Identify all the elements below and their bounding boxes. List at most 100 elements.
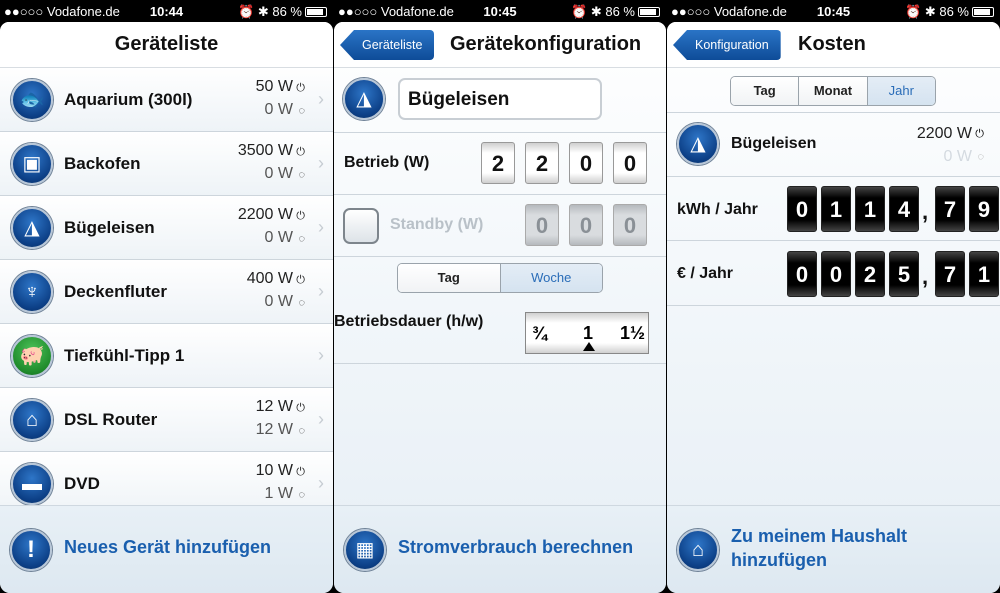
betriebsdauer-label: Betriebsdauer (h/w) bbox=[334, 313, 484, 330]
power-icon: ⏻ bbox=[296, 274, 305, 286]
list-item[interactable]: ♆ Deckenfluter 400 W ⏻ 0 W ◌ › bbox=[0, 260, 333, 324]
item-name: Bügeleisen bbox=[64, 218, 155, 237]
betrieb-digit[interactable]: 2 bbox=[525, 142, 559, 184]
eur-digit: 7 bbox=[935, 251, 965, 297]
iron-icon: ◮ bbox=[343, 78, 385, 120]
dvd-icon: ▬ bbox=[11, 463, 53, 505]
segment-woche[interactable]: Woche bbox=[500, 264, 602, 292]
page-title: Geräteliste bbox=[114, 33, 219, 55]
chevron-right-icon: › bbox=[318, 89, 324, 109]
decimal-comma: , bbox=[922, 264, 929, 289]
piggy-bank-icon: 🐖 bbox=[11, 335, 53, 377]
picker-marker-icon bbox=[583, 342, 595, 351]
kwh-label: kWh / Jahr bbox=[677, 201, 758, 218]
standby-digit[interactable]: 0 bbox=[613, 204, 647, 246]
segment-jahr[interactable]: Jahr bbox=[867, 77, 935, 105]
iron-icon: ◮ bbox=[11, 207, 53, 249]
duration-picker[interactable]: ¾ 1 1½ bbox=[525, 312, 649, 354]
house-icon: ⌂ bbox=[677, 529, 719, 571]
screen-costs: ●●○○○ Vodafone.de 10:45 ⏰ ✱ 86 % Konfigu… bbox=[667, 0, 1000, 593]
lamp-icon: ♆ bbox=[11, 271, 53, 313]
standby-digit[interactable]: 0 bbox=[569, 204, 603, 246]
power-icon: ⏻ bbox=[296, 210, 305, 222]
battery-status: ⏰ ✱ 86 % bbox=[905, 4, 994, 20]
power-on: 3500 W bbox=[237, 142, 293, 159]
betrieb-section: Betrieb (W) 2 2 0 0 bbox=[334, 133, 666, 195]
kwh-digit: 4 bbox=[889, 186, 919, 232]
calculator-icon: ▦ bbox=[344, 529, 386, 571]
picker-value-selected: 1 bbox=[583, 323, 594, 343]
add-device-button[interactable]: ! Neues Gerät hinzufügen bbox=[0, 505, 333, 593]
add-device-label: Neues Gerät hinzufügen bbox=[64, 537, 272, 557]
add-to-household-button[interactable]: ⌂ Zu meinem Haushalt hinzufügen bbox=[667, 505, 1000, 593]
list-item[interactable]: ◮ Bügeleisen 2200 W ⏻ 0 W ◌ › bbox=[0, 196, 333, 260]
chevron-right-icon: › bbox=[318, 473, 324, 493]
list-item[interactable]: 🐟 Aquarium (300l) 50 W ⏻ 0 W ◌ › bbox=[0, 68, 333, 132]
eur-section: € / Jahr 0 0 2 5 , 7 1 bbox=[667, 241, 1000, 306]
standby-icon: ◌ bbox=[298, 169, 305, 181]
iron-icon: ◮ bbox=[677, 123, 719, 165]
item-name: DSL Router bbox=[64, 410, 158, 429]
list-item[interactable]: ⌂ DSL Router 12 W ⏻ 12 W ◌ › bbox=[0, 388, 333, 452]
period-segmented-control: Tag Woche bbox=[397, 263, 603, 293]
chevron-right-icon: › bbox=[318, 409, 324, 429]
segment-tag[interactable]: Tag bbox=[398, 264, 501, 292]
betrieb-digit[interactable]: 2 bbox=[481, 142, 515, 184]
kwh-digit: 7 bbox=[935, 186, 965, 232]
power-standby: 0 W bbox=[264, 165, 293, 182]
add-household-label: Zu meinem Haushalt bbox=[731, 526, 908, 546]
power-standby: 0 W bbox=[264, 229, 293, 246]
device-name: Bügeleisen bbox=[731, 135, 817, 152]
eur-label: € / Jahr bbox=[677, 265, 734, 282]
standby-checkbox[interactable] bbox=[343, 208, 379, 244]
period-segmented-control: Tag Monat Jahr bbox=[730, 76, 936, 106]
kwh-digit: 0 bbox=[787, 186, 817, 232]
chevron-right-icon: › bbox=[318, 281, 324, 301]
power-standby: 12 W bbox=[255, 421, 293, 438]
power-on: 2200 W bbox=[916, 125, 972, 142]
back-button[interactable]: Konfiguration bbox=[673, 30, 781, 60]
picker-value: 1½ bbox=[620, 323, 646, 343]
power-standby: 1 W bbox=[264, 485, 293, 502]
fish-icon: 🐟 bbox=[11, 79, 53, 121]
nav-bar: Geräteliste Gerätekonfiguration bbox=[334, 22, 666, 68]
list-item[interactable]: 🐖 Tiefkühl-Tipp 1 › bbox=[0, 324, 333, 388]
calculate-button[interactable]: ▦ Stromverbrauch berechnen bbox=[334, 505, 666, 593]
item-name: Deckenfluter bbox=[64, 282, 167, 301]
add-household-label: hinzufügen bbox=[731, 550, 827, 570]
device-section: ◮ Bügeleisen 2200 W ⏻ 0 W ◌ bbox=[667, 113, 1000, 177]
power-on: 400 W bbox=[246, 270, 293, 287]
battery-status: ⏰ ✱ 86 % bbox=[238, 4, 327, 20]
betrieb-digit[interactable]: 0 bbox=[613, 142, 647, 184]
calculate-label: Stromverbrauch berechnen bbox=[398, 537, 634, 557]
eur-digit: 2 bbox=[855, 251, 885, 297]
battery-icon bbox=[638, 7, 660, 17]
picker-value: ¾ bbox=[532, 323, 548, 343]
segment-tag[interactable]: Tag bbox=[731, 77, 800, 105]
standby-icon: ◌ bbox=[298, 489, 305, 501]
segment-monat[interactable]: Monat bbox=[799, 77, 868, 105]
power-icon: ⏻ bbox=[296, 402, 305, 414]
power-on: 2200 W bbox=[237, 206, 293, 223]
standby-digit[interactable]: 0 bbox=[525, 204, 559, 246]
power-standby: 0 W bbox=[264, 101, 293, 118]
list-item[interactable]: ▣ Backofen 3500 W ⏻ 0 W ◌ › bbox=[0, 132, 333, 196]
power-on: 12 W bbox=[255, 398, 293, 415]
status-bar: ●●○○○ Vodafone.de 10:45 ⏰ ✱ 86 % bbox=[334, 0, 666, 22]
power-standby: 0 W bbox=[943, 148, 972, 165]
kwh-digit: 9 bbox=[969, 186, 999, 232]
status-bar: ●●○○○ Vodafone.de 10:45 ⏰ ✱ 86 % bbox=[667, 0, 1000, 22]
screen-device-list: ●●○○○ Vodafone.de 10:44 ⏰ ✱ 86 % Gerätel… bbox=[0, 0, 333, 593]
power-icon: ⏻ bbox=[296, 466, 305, 478]
item-name: Backofen bbox=[64, 154, 141, 173]
power-icon: ⏻ bbox=[296, 146, 305, 158]
device-name-field[interactable]: Bügeleisen bbox=[398, 78, 602, 120]
power-icon: ⏻ bbox=[296, 82, 305, 94]
eur-digit: 0 bbox=[821, 251, 851, 297]
router-icon: ⌂ bbox=[11, 399, 53, 441]
nav-bar: Geräteliste bbox=[0, 22, 333, 68]
betrieb-digit[interactable]: 0 bbox=[569, 142, 603, 184]
screen-device-config: ●●○○○ Vodafone.de 10:45 ⏰ ✱ 86 % Gerätel… bbox=[334, 0, 666, 593]
betrieb-label: Betrieb (W) bbox=[344, 154, 430, 171]
back-button[interactable]: Geräteliste bbox=[340, 30, 435, 60]
